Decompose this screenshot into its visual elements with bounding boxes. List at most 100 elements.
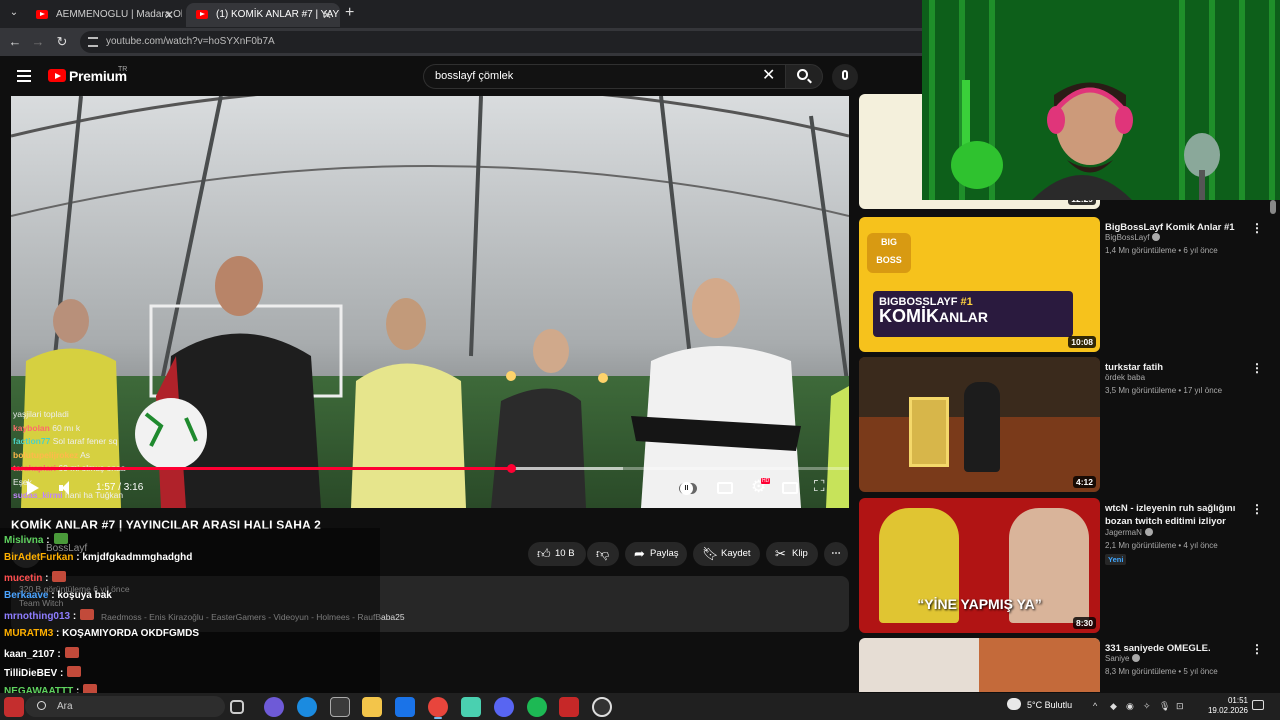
outlook-icon[interactable] bbox=[395, 697, 415, 717]
tray-chevron-icon[interactable]: ^ bbox=[1093, 701, 1103, 711]
taskbar-search[interactable]: Ara bbox=[25, 696, 225, 717]
scissors-icon: ✂ bbox=[775, 546, 786, 561]
forward-arrow-icon[interactable]: → bbox=[30, 34, 46, 50]
chat-username: mrnothing013 bbox=[4, 611, 71, 622]
more-options-icon[interactable]: ⋮ bbox=[1251, 361, 1263, 375]
copilot-icon[interactable] bbox=[264, 697, 284, 717]
spotify-icon[interactable] bbox=[527, 697, 547, 717]
share-label: Paylaş bbox=[650, 548, 679, 559]
tab-search-chevron-icon[interactable]: ⌄ bbox=[6, 5, 22, 21]
store-icon[interactable] bbox=[330, 697, 350, 717]
recommended-meta: 1,4 Mn görüntüleme • 6 yıl önce bbox=[1105, 246, 1218, 255]
chrome-icon[interactable] bbox=[428, 697, 448, 717]
clock-date: 19.02.2026 bbox=[1207, 706, 1248, 715]
sidebar-scrollbar[interactable] bbox=[1270, 200, 1276, 214]
tray-app-icon[interactable]: ✧ bbox=[1143, 701, 1153, 711]
more-options-icon[interactable]: ⋮ bbox=[1251, 642, 1263, 656]
pinned-app-icon[interactable] bbox=[4, 697, 24, 717]
overlay-chat-line: kaybolan 60 mı k bbox=[13, 422, 81, 433]
recommended-video[interactable]: “YİNE YAPMIŞ YA” 8:30 wtcN - izleyenin r… bbox=[857, 498, 1280, 634]
thumbs-down-icon: 👎︎ bbox=[596, 546, 610, 561]
emote-icon bbox=[53, 533, 68, 544]
search-input[interactable]: bosslayf çömlek bbox=[423, 64, 786, 89]
notifications-icon[interactable] bbox=[1252, 700, 1264, 710]
clear-search-icon[interactable]: ✕ bbox=[762, 67, 775, 85]
thumbnail-person bbox=[964, 382, 1000, 472]
obs-icon[interactable] bbox=[592, 697, 612, 717]
recommended-title[interactable]: wtcN - izleyenin ruh sağlığını bozan twi… bbox=[1105, 502, 1253, 528]
more-options-icon[interactable]: ⋮ bbox=[1251, 502, 1263, 516]
chat-username: TilliDieBEV bbox=[4, 668, 58, 679]
video-thumbnail[interactable]: “YİNE YAPMIŞ YA” 8:30 bbox=[859, 498, 1100, 633]
video-thumbnail[interactable]: BIG BOSS BIGBOSSLAYF #1 KOMİKANLAR 10:08 bbox=[859, 217, 1100, 352]
search-button[interactable] bbox=[785, 64, 823, 89]
site-info-icon[interactable] bbox=[88, 37, 98, 47]
video-thumbnail[interactable]: 4:12 bbox=[859, 357, 1100, 492]
dislike-button[interactable]: 👎︎ bbox=[587, 542, 619, 566]
file-explorer-icon[interactable] bbox=[362, 697, 382, 717]
progress-played bbox=[11, 467, 512, 470]
voicemeeter-icon[interactable] bbox=[559, 697, 579, 717]
weather-text[interactable]: 5°C Bulutlu bbox=[1027, 700, 1072, 710]
recommended-video[interactable]: BIG BOSS BIGBOSSLAYF #1 KOMİKANLAR 10:08 … bbox=[857, 217, 1280, 353]
stream-chat-message: mrnothing013 : bbox=[4, 609, 95, 622]
volume-icon[interactable] bbox=[59, 481, 71, 495]
like-button[interactable]: 👍︎ 10 B bbox=[528, 542, 586, 566]
tray-app-icon[interactable]: ◆ bbox=[1110, 701, 1120, 711]
menu-hamburger-icon[interactable] bbox=[17, 70, 31, 82]
stream-chat-message: Mislivna : bbox=[4, 533, 68, 546]
subtitles-icon[interactable] bbox=[717, 482, 733, 494]
chrome-active-indicator bbox=[434, 717, 442, 719]
microphone-tray-icon[interactable]: 🎙︎ bbox=[1159, 701, 1170, 711]
network-icon[interactable]: ⊡ bbox=[1176, 701, 1186, 711]
more-actions-button[interactable]: ⋯ bbox=[824, 542, 848, 566]
save-button[interactable]: 🔖︎ Kaydet bbox=[693, 542, 760, 566]
autoplay-toggle[interactable] bbox=[679, 480, 697, 496]
share-button[interactable]: ➦ Paylaş bbox=[625, 542, 687, 566]
youtube-favicon-icon bbox=[196, 10, 208, 19]
video-player[interactable]: yaşjilari topladi kaybolan 60 mı k facti… bbox=[11, 96, 849, 508]
back-arrow-icon[interactable]: ← bbox=[7, 34, 23, 50]
emote-icon bbox=[52, 571, 67, 582]
emote-icon bbox=[80, 609, 95, 620]
discord-icon[interactable] bbox=[494, 697, 514, 717]
tray-app-icon[interactable]: ◉ bbox=[1126, 701, 1136, 711]
edge-icon[interactable] bbox=[297, 697, 317, 717]
task-view-icon[interactable] bbox=[230, 700, 244, 714]
browser-tab-1[interactable]: AEMMENOGLU | Madara Olduk ✕ bbox=[26, 3, 182, 27]
verified-badge-icon bbox=[1132, 654, 1141, 662]
play-icon[interactable] bbox=[27, 481, 39, 495]
new-tab-plus-icon[interactable]: + bbox=[345, 4, 354, 22]
voice-search-button[interactable] bbox=[832, 64, 858, 90]
recommended-channel[interactable]: ördek baba bbox=[1105, 373, 1145, 382]
fullscreen-icon[interactable] bbox=[814, 478, 832, 496]
address-bar[interactable]: youtube.com/watch?v=hoSYXnF0b7A bbox=[80, 31, 940, 53]
clock[interactable]: 01:51 19.02.2026 bbox=[1200, 696, 1248, 716]
recommended-video[interactable]: 331 saniyede OMEGLE. Saniye 8,3 Mn görün… bbox=[857, 638, 1280, 692]
video-duration: 4:12 bbox=[1072, 476, 1096, 488]
recommended-channel[interactable]: JagermaN bbox=[1105, 528, 1153, 537]
share-arrow-icon: ➦ bbox=[634, 546, 645, 561]
overlay-chat-line: yaşjilari topladi bbox=[13, 409, 69, 419]
reload-icon[interactable]: ↻ bbox=[54, 34, 70, 50]
close-tab-icon[interactable]: ✕ bbox=[322, 3, 332, 27]
overlay-chat-line: bolutupelijrokez As bbox=[13, 449, 90, 460]
notepad-icon[interactable] bbox=[461, 697, 481, 717]
close-tab-icon[interactable]: ✕ bbox=[164, 3, 174, 27]
theater-mode-icon[interactable] bbox=[782, 482, 798, 494]
clip-button[interactable]: ✂ Klip bbox=[766, 542, 818, 566]
recommended-channel[interactable]: Saniye bbox=[1105, 654, 1141, 663]
progress-bar[interactable] bbox=[11, 464, 849, 473]
bookmark-icon: 🔖︎ bbox=[702, 546, 719, 561]
clip-label: Klip bbox=[792, 548, 808, 559]
settings-gear-icon[interactable] bbox=[751, 477, 771, 497]
youtube-logo-icon[interactable] bbox=[48, 69, 66, 82]
recommended-channel[interactable]: BigBossLayf bbox=[1105, 233, 1161, 242]
browser-tab-2-active[interactable]: (1) KOMİK ANLAR #7 | YAYI ✕ bbox=[186, 3, 340, 27]
thumbs-up-icon: 👍︎ bbox=[537, 546, 551, 561]
recommended-video[interactable]: 4:12 turkstar fatih ördek baba 3,5 Mn gö… bbox=[857, 357, 1280, 493]
more-options-icon[interactable]: ⋮ bbox=[1251, 221, 1263, 235]
video-thumbnail[interactable] bbox=[859, 638, 1100, 692]
microphone-icon bbox=[842, 70, 848, 80]
weather-cloud-icon bbox=[1007, 698, 1021, 710]
